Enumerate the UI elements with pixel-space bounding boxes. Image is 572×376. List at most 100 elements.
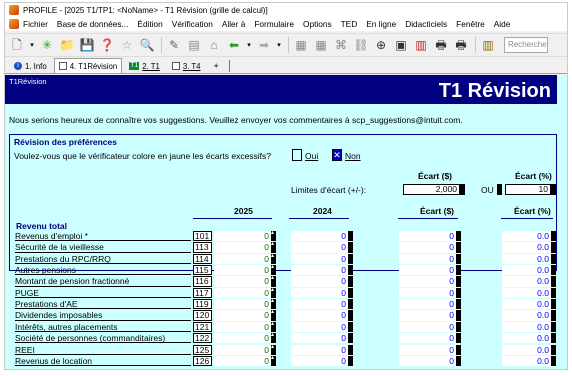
value-2025-field[interactable]: 0: [214, 299, 271, 310]
value-2025-spinner[interactable]: [271, 230, 276, 242]
table-row: PUGE1170000.0: [15, 287, 561, 299]
tab-t1[interactable]: T1 2. T1: [124, 59, 165, 73]
value-2025-spinner[interactable]: [271, 309, 276, 321]
value-2025-spinner[interactable]: [271, 264, 276, 276]
value-2025-spinner[interactable]: [271, 355, 276, 367]
value-2024-field[interactable]: 0: [291, 253, 348, 264]
find-icon[interactable]: 🔍: [139, 37, 155, 53]
oui-checkbox[interactable]: [292, 149, 302, 161]
value-2025-field[interactable]: 0: [214, 321, 271, 333]
limit-dollar-spinner[interactable]: [460, 184, 465, 195]
row-label: Autres pensions: [15, 265, 191, 276]
row-label: Montant de pension fractionné: [15, 276, 191, 287]
ou-marker: [497, 184, 502, 195]
value-2025-field[interactable]: 0: [214, 310, 271, 321]
back-dropdown-icon[interactable]: ▾: [246, 37, 252, 53]
forward-arrow-icon[interactable]: ➡: [256, 37, 272, 53]
wizard-icon[interactable]: ✳: [39, 37, 55, 53]
limit-pct-spinner[interactable]: [551, 184, 556, 195]
ecart-dollar-value: 0: [399, 310, 456, 321]
value-2025-field[interactable]: 0: [214, 276, 271, 287]
value-2024-field[interactable]: 0: [291, 333, 348, 344]
value-2025-field[interactable]: 0: [214, 344, 271, 355]
menu-fenetre[interactable]: Fenêtre: [456, 19, 485, 29]
menu-ted[interactable]: TED: [341, 19, 358, 29]
lock-icon[interactable]: ⌂: [206, 37, 222, 53]
menu-aller-a[interactable]: Aller à: [222, 19, 246, 29]
link-icon[interactable]: ⛓: [353, 37, 369, 53]
calculator-icon[interactable]: ▥: [480, 37, 496, 53]
tab-t4[interactable]: 3. T4: [167, 59, 206, 73]
value-2025-field[interactable]: 0: [214, 231, 271, 242]
menu-en-ligne[interactable]: En ligne: [366, 19, 396, 29]
tab-t1revision[interactable]: 4. T1Révision: [53, 58, 123, 73]
back-arrow-icon[interactable]: ⬅: [226, 37, 242, 53]
value-2025-field[interactable]: 0: [214, 333, 271, 344]
limit-pct-field[interactable]: 10: [505, 184, 551, 195]
ecart-pct-marker: [551, 231, 556, 242]
value-2025-field[interactable]: 0: [214, 253, 271, 264]
print-icon[interactable]: 🖶: [433, 37, 449, 53]
form-view-icon[interactable]: ▥: [413, 37, 429, 53]
value-2024-field[interactable]: 0: [291, 276, 348, 287]
value-2024-field[interactable]: 0: [291, 299, 348, 310]
document-menu-icon[interactable]: [9, 19, 19, 29]
help-icon[interactable]: ❓: [99, 37, 115, 53]
ecart-pct-value: 0.0: [502, 344, 551, 355]
value-2025-spinner[interactable]: [271, 298, 276, 310]
limit-dollar-field[interactable]: 2,000: [403, 184, 460, 195]
menu-verification[interactable]: Vérification: [172, 19, 213, 29]
value-2024-field[interactable]: 0: [291, 344, 348, 355]
tab-info[interactable]: i 1. Info: [9, 59, 52, 73]
grid-settings-icon[interactable]: ▦: [313, 37, 329, 53]
non-checkbox[interactable]: ✕: [332, 149, 342, 161]
value-2024-field[interactable]: 0: [291, 265, 348, 276]
open-folder-icon[interactable]: 📁: [59, 37, 75, 53]
value-2025-spinner[interactable]: [271, 332, 276, 344]
value-2025-spinner[interactable]: [271, 241, 276, 253]
ecart-pct-value: 0.0: [502, 355, 551, 367]
menu-aide[interactable]: Aide: [494, 19, 511, 29]
menu-options[interactable]: Options: [303, 19, 332, 29]
edit-icon[interactable]: ✎: [166, 37, 182, 53]
value-2024-field[interactable]: 0: [291, 231, 348, 242]
value-2024-field[interactable]: 0: [291, 287, 348, 299]
oui-label[interactable]: Oui: [305, 151, 318, 161]
tree-icon[interactable]: ⌘: [333, 37, 349, 53]
value-2025-field[interactable]: 0: [214, 355, 271, 367]
value-2025-field[interactable]: 0: [214, 265, 271, 276]
menu-edition[interactable]: Édition: [137, 19, 162, 29]
ecart-pct-value: 0.0: [502, 310, 551, 321]
print-preview-icon[interactable]: 🖶: [453, 37, 469, 53]
search-input[interactable]: Recherche: [504, 37, 548, 53]
grid-icon[interactable]: ▦: [293, 37, 309, 53]
non-label[interactable]: Non: [345, 151, 361, 161]
zoom-icon[interactable]: ⊕: [373, 37, 389, 53]
ecart-pct-marker: [551, 253, 556, 264]
menu-didacticiels[interactable]: Didacticiels: [405, 19, 447, 29]
menu-formulaire[interactable]: Formulaire: [254, 19, 294, 29]
new-file-icon[interactable]: 🗋: [9, 37, 25, 53]
menu-fichier[interactable]: Fichier: [23, 19, 48, 29]
forward-dropdown-icon[interactable]: ▾: [276, 37, 282, 53]
value-2025-field[interactable]: 0: [214, 242, 271, 253]
value-2025-spinner[interactable]: [271, 275, 276, 287]
menu-base-de-donnees[interactable]: Base de données...: [57, 19, 129, 29]
view-icon[interactable]: ▣: [393, 37, 409, 53]
save-icon[interactable]: 💾: [79, 37, 95, 53]
favorite-icon[interactable]: ☆: [119, 37, 135, 53]
new-dropdown-icon[interactable]: ▾: [29, 37, 35, 53]
value-2024-field[interactable]: 0: [291, 310, 348, 321]
add-tab-button[interactable]: +: [208, 59, 225, 73]
value-2025-spinner[interactable]: [271, 321, 276, 333]
value-2025-field[interactable]: 0: [214, 287, 271, 299]
ecart-pct-header: Écart (%): [515, 171, 552, 181]
value-2025-spinner[interactable]: [271, 343, 276, 355]
ecart-dollar-marker: [456, 276, 461, 287]
copy-icon[interactable]: ▤: [186, 37, 202, 53]
value-2024-field[interactable]: 0: [291, 242, 348, 253]
value-2024-field[interactable]: 0: [291, 321, 348, 333]
value-2024-field[interactable]: 0: [291, 355, 348, 367]
value-2025-spinner[interactable]: [271, 287, 276, 299]
value-2025-spinner[interactable]: [271, 253, 276, 264]
